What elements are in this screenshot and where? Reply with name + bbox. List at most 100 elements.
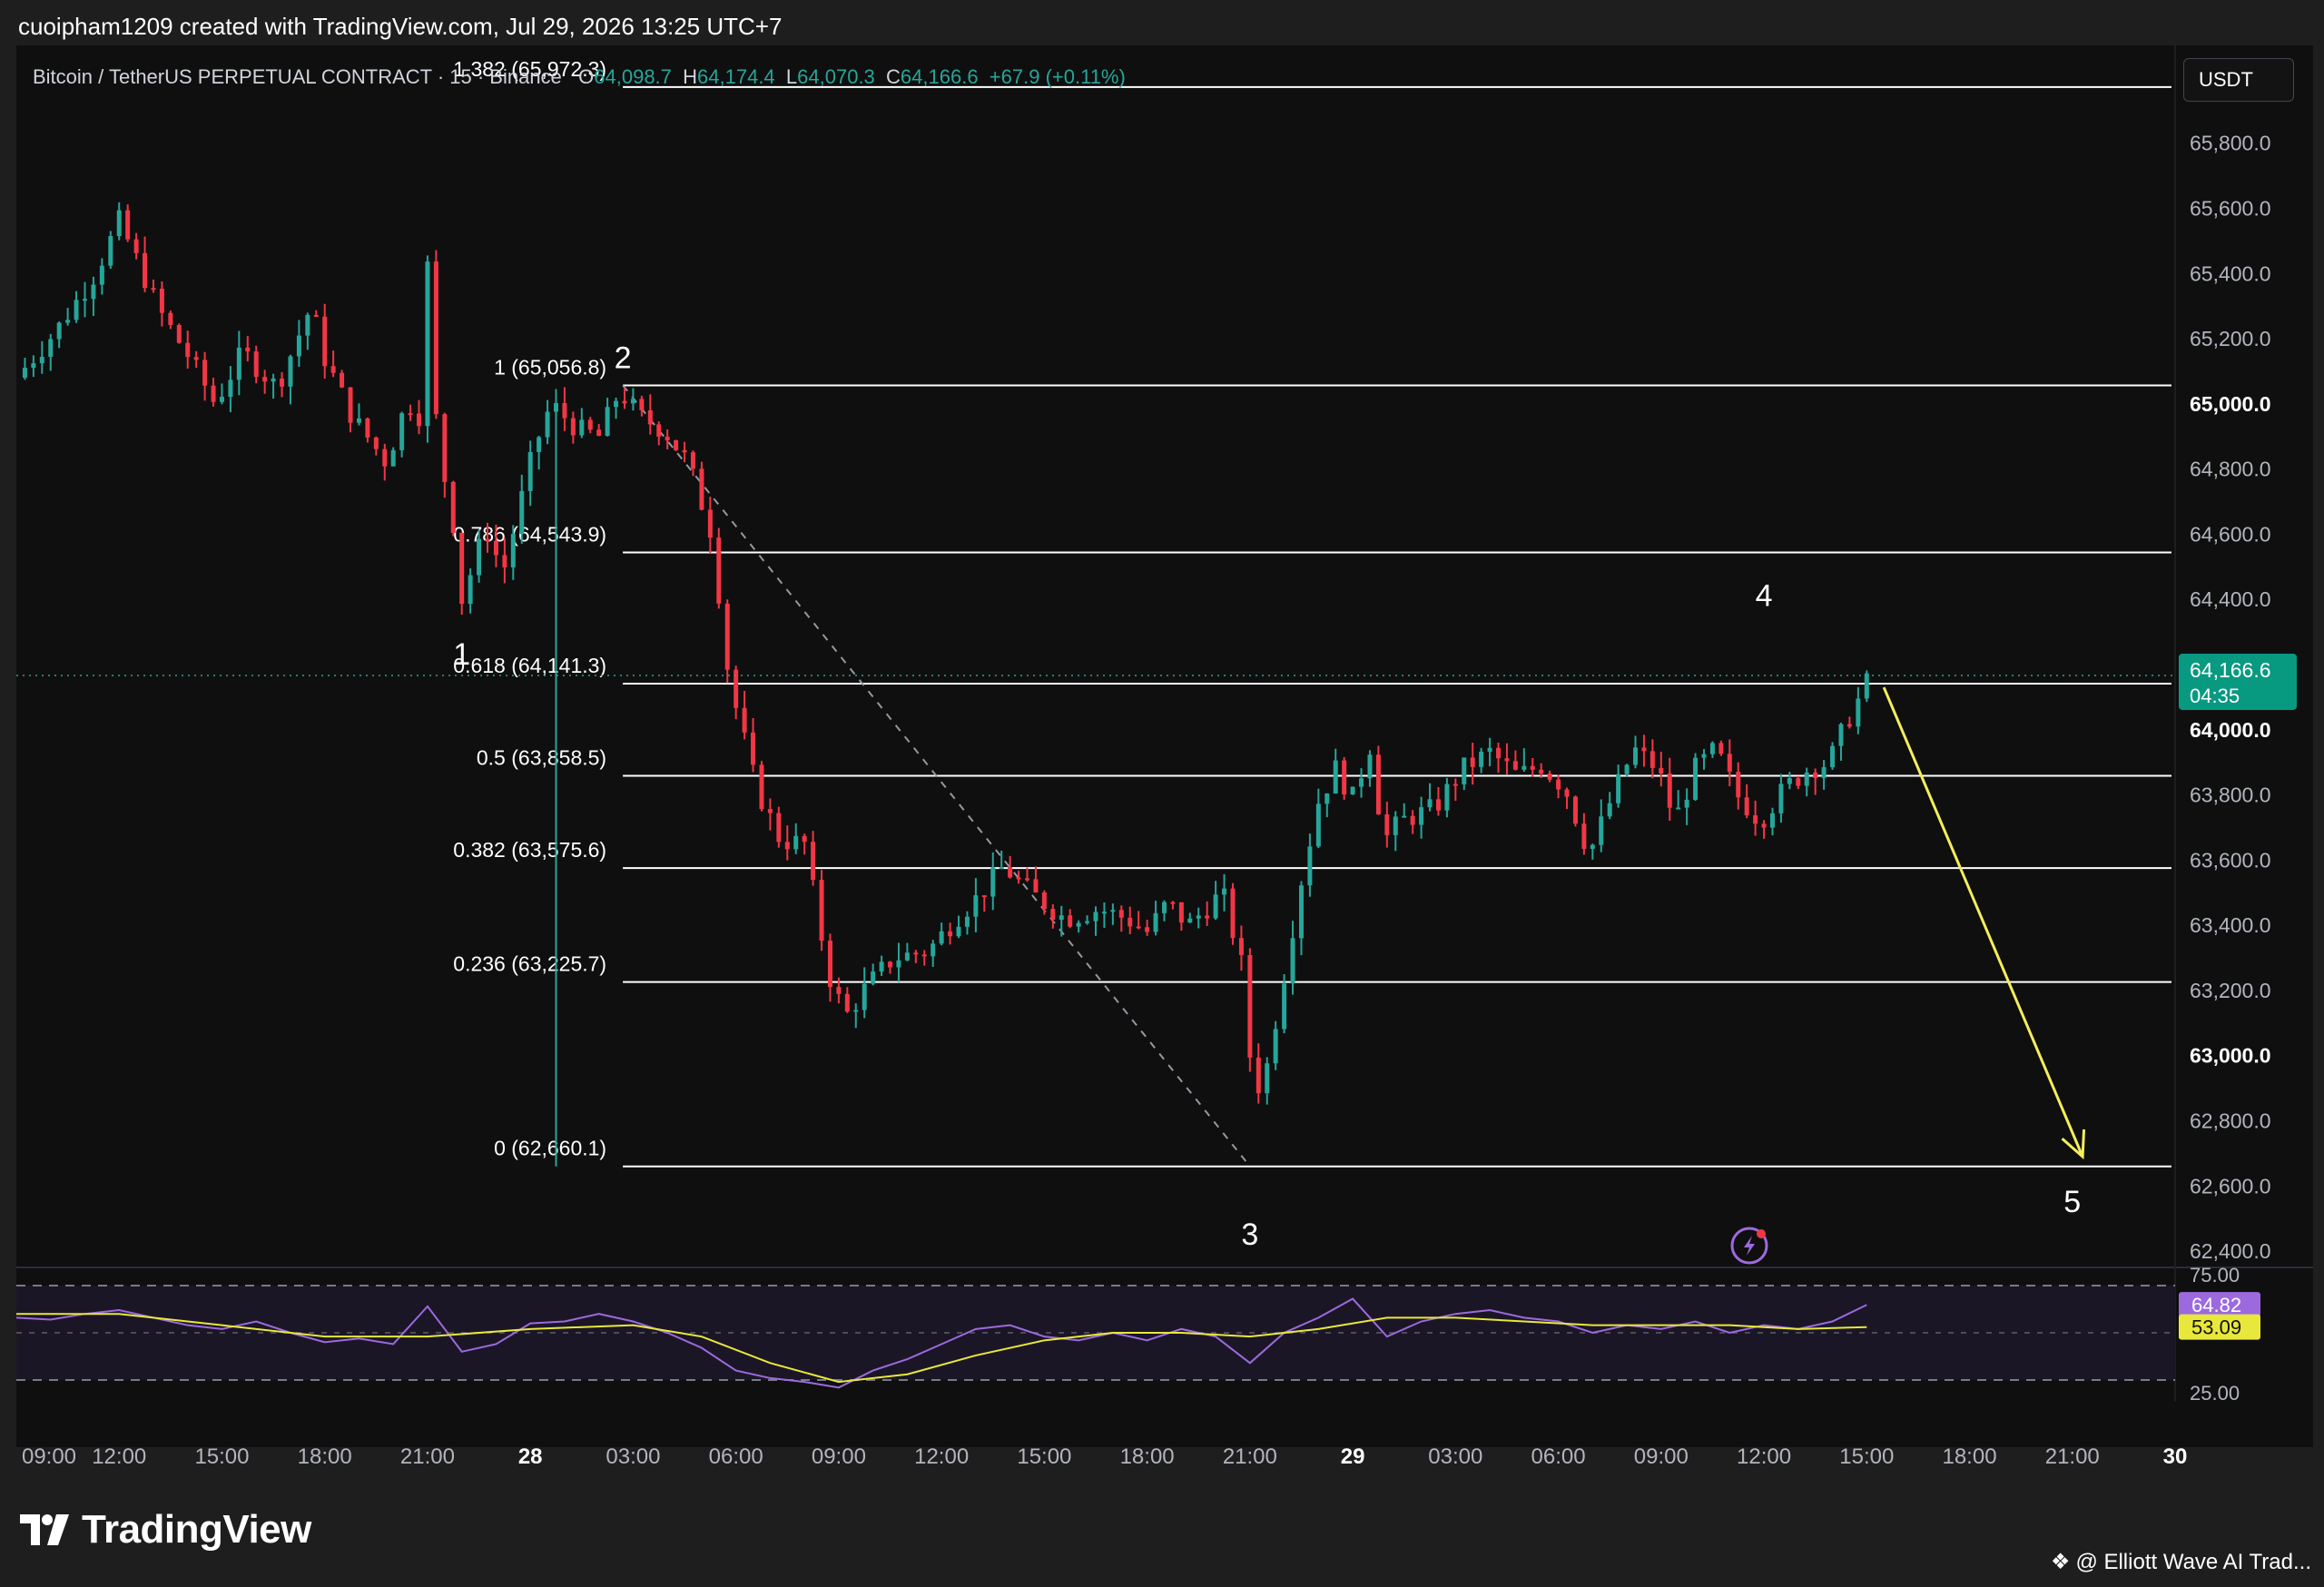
tv-logo-icon — [20, 1514, 69, 1545]
candle-body — [1170, 902, 1176, 904]
candle-body — [1547, 774, 1552, 780]
candle-body — [211, 385, 216, 402]
candle-body — [888, 961, 893, 968]
rsi-upper-label: 75.00 — [2190, 1264, 2240, 1286]
candle-body — [871, 971, 876, 984]
candle-body — [510, 534, 516, 567]
candle-body — [1016, 877, 1021, 880]
high-value: 64,174.4 — [697, 65, 775, 88]
diamond-icon: ❖ — [2050, 1550, 2071, 1574]
last-price-value: 64,166.6 — [2190, 658, 2271, 682]
tradingview-logo[interactable]: TradingView — [20, 1507, 311, 1552]
candle-body — [1761, 823, 1767, 828]
candle-body — [1136, 926, 1141, 929]
candle-body — [690, 452, 695, 469]
time-tick-label: 12:00 — [1737, 1444, 1791, 1469]
time-tick-label: 15:00 — [1839, 1444, 1894, 1469]
price-tick-label: 65,000.0 — [2190, 392, 2271, 416]
fib-level-label: 1 (65,056.8) — [494, 355, 606, 379]
candle-body — [999, 866, 1004, 869]
candle-body — [1187, 918, 1193, 923]
candle-body — [1238, 938, 1244, 955]
candle-body — [493, 540, 498, 556]
candle-body — [1539, 769, 1544, 774]
candle-body — [862, 983, 867, 1010]
candle-body — [579, 419, 585, 436]
candle-body — [931, 943, 936, 957]
candle-body — [1512, 761, 1518, 770]
time-tick-label: 18:00 — [1120, 1444, 1175, 1469]
currency-button[interactable]: USDT — [2183, 58, 2294, 102]
candle-body — [1649, 751, 1655, 768]
candle-body — [1410, 815, 1415, 825]
candle-body — [125, 210, 131, 240]
rsi-ma-label: 53.09 — [2191, 1316, 2241, 1339]
candle-body — [879, 961, 884, 972]
candle-body — [1273, 1029, 1278, 1064]
price-tick-label: 63,600.0 — [2190, 848, 2271, 872]
candle-body — [296, 335, 301, 357]
time-tick-label: 30 — [2163, 1444, 2188, 1469]
candle-body — [699, 468, 704, 510]
candle-body — [1856, 698, 1861, 727]
candle-body — [271, 378, 276, 382]
candle-body — [1830, 745, 1836, 768]
time-tick-label: 06:00 — [1531, 1444, 1586, 1469]
candle-body — [904, 952, 910, 961]
candle-body — [1590, 844, 1595, 849]
candle-body — [1709, 743, 1715, 754]
candle-body — [981, 895, 987, 898]
candle-body — [1153, 912, 1158, 932]
open-value: 64,098.7 — [594, 65, 672, 88]
candle-body — [1085, 921, 1090, 923]
candle-body — [1059, 915, 1064, 921]
wave-label: 5 — [2063, 1185, 2081, 1219]
price-chart[interactable]: 1.382 (65,972.3)1 (65,056.8)0.786 (64,54… — [0, 0, 2324, 1587]
time-tick-label: 15:00 — [194, 1444, 249, 1469]
candle-body — [65, 320, 71, 323]
candle-body — [1359, 778, 1364, 787]
candle-body — [1324, 793, 1330, 804]
candle-body — [1556, 779, 1561, 790]
time-axis[interactable]: 09:00 12:00 15:00 18:00 21:00 28 03:00 06:00 09:… — [22, 1444, 2187, 1469]
candle-body — [185, 342, 191, 358]
candle-body — [656, 424, 662, 437]
candle-body — [168, 312, 173, 325]
candle-body — [330, 366, 336, 373]
candle-body — [1521, 765, 1527, 770]
candle-body — [1247, 954, 1253, 1058]
candle-body — [1282, 983, 1287, 1030]
candle-body — [1769, 813, 1775, 828]
candle-body — [751, 732, 756, 765]
candle-body — [305, 314, 310, 336]
candle-body — [939, 931, 944, 944]
fib-level-label: 0.786 (64,543.9) — [453, 523, 606, 547]
candle-body — [99, 265, 104, 285]
candle-body — [1350, 786, 1355, 795]
candle-body — [1778, 784, 1784, 813]
price-tick-label: 64,000.0 — [2190, 718, 2271, 742]
low-label: L — [785, 65, 798, 88]
candle-body — [433, 261, 438, 415]
candle-body — [313, 314, 319, 317]
candle-body — [973, 895, 979, 917]
candle-body — [1205, 915, 1210, 919]
candle-body — [1419, 807, 1424, 825]
candle-body — [356, 418, 361, 423]
candle-body — [990, 867, 996, 897]
candle-body — [844, 993, 850, 1012]
candle-body — [1101, 912, 1107, 914]
candle-body — [219, 397, 224, 402]
candle-body — [1145, 927, 1150, 932]
footer-credit-text: @ Elliott Wave AI Trad... — [2075, 1549, 2311, 1574]
candle-body — [913, 952, 919, 955]
candle-body — [48, 339, 54, 358]
rsi-lower-label: 25.00 — [2190, 1382, 2240, 1405]
candle-body — [1402, 815, 1407, 818]
candle-body — [459, 532, 465, 605]
candle-body — [605, 407, 610, 437]
candle-body — [1025, 878, 1030, 881]
candle-body — [1375, 754, 1381, 814]
candle-body — [1178, 902, 1184, 923]
close-value: 64,166.6 — [900, 65, 979, 88]
